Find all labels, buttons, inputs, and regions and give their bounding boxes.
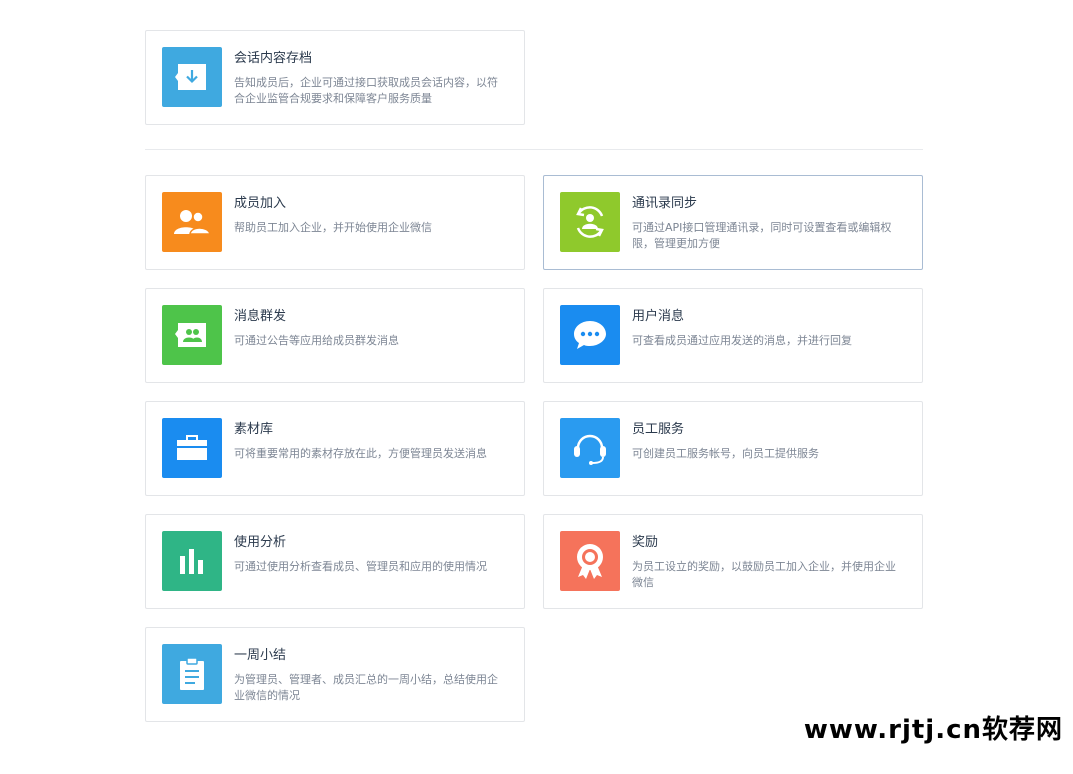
feature-card-user-messages[interactable]: 用户消息 可查看成员通过应用发送的消息，并进行回复 — [543, 288, 923, 383]
feature-title: 成员加入 — [234, 196, 287, 211]
clipboard-icon — [162, 644, 222, 704]
feature-desc: 可通过使用分析查看成员、管理员和应用的使用情况 — [234, 560, 487, 573]
feature-desc: 可创建员工服务帐号，向员工提供服务 — [632, 447, 819, 460]
feature-title: 一周小结 — [234, 648, 287, 663]
feature-desc: 为员工设立的奖励，以鼓励员工加入企业，并使用企业微信 — [632, 560, 896, 589]
feature-card-archive[interactable]: 会话内容存档 告知成员后，企业可通过接口获取成员会话内容，以符合企业监管合规要求… — [145, 30, 525, 125]
site-watermark: www.rjtj.cn软荐网 — [803, 715, 1063, 745]
download-tray-icon — [162, 47, 222, 107]
feature-card-materials[interactable]: 素材库 可将重要常用的素材存放在此，方便管理员发送消息 — [145, 401, 525, 496]
feature-desc: 帮助员工加入企业，并开始使用企业微信 — [234, 221, 432, 234]
feature-card-award[interactable]: 奖励 为员工设立的奖励，以鼓励员工加入企业，并使用企业微信 — [543, 514, 923, 609]
briefcase-icon — [162, 418, 222, 478]
feature-desc: 可查看成员通过应用发送的消息，并进行回复 — [632, 334, 852, 347]
feature-card-employee-service[interactable]: 员工服务 可创建员工服务帐号，向员工提供服务 — [543, 401, 923, 496]
feature-card-weekly-summary[interactable]: 一周小结 为管理员、管理者、成员汇总的一周小结，总结使用企业微信的情况 — [145, 627, 525, 722]
feature-title: 通讯录同步 — [632, 196, 698, 211]
headset-icon — [560, 418, 620, 478]
feature-title: 员工服务 — [632, 422, 685, 437]
contact-sync-icon — [560, 192, 620, 252]
bar-chart-icon — [162, 531, 222, 591]
feature-card-contact-sync[interactable]: 通讯录同步 可通过API接口管理通讯录，同时可设置查看或编辑权限，管理更加方便 — [543, 175, 923, 270]
feature-card-usage-analysis[interactable]: 使用分析 可通过使用分析查看成员、管理员和应用的使用情况 — [145, 514, 525, 609]
feature-title: 使用分析 — [234, 535, 287, 550]
feature-desc: 为管理员、管理者、成员汇总的一周小结，总结使用企业微信的情况 — [234, 673, 498, 702]
chat-bubble-icon — [560, 305, 620, 365]
feature-desc: 可将重要常用的素材存放在此，方便管理员发送消息 — [234, 447, 487, 460]
feature-title: 会话内容存档 — [234, 51, 313, 66]
members-icon — [162, 192, 222, 252]
broadcast-icon — [162, 305, 222, 365]
feature-desc: 可通过API接口管理通讯录，同时可设置查看或编辑权限，管理更加方便 — [632, 221, 892, 250]
feature-card-member-join[interactable]: 成员加入 帮助员工加入企业，并开始使用企业微信 — [145, 175, 525, 270]
feature-desc: 告知成员后，企业可通过接口获取成员会话内容，以符合企业监管合规要求和保障客户服务… — [234, 76, 498, 105]
feature-card-broadcast[interactable]: 消息群发 可通过公告等应用给成员群发消息 — [145, 288, 525, 383]
award-icon — [560, 531, 620, 591]
feature-desc: 可通过公告等应用给成员群发消息 — [234, 334, 399, 347]
feature-title: 用户消息 — [632, 309, 685, 324]
feature-title: 奖励 — [632, 535, 659, 550]
section-divider — [145, 149, 923, 150]
feature-title: 消息群发 — [234, 309, 287, 324]
feature-title: 素材库 — [234, 422, 274, 437]
